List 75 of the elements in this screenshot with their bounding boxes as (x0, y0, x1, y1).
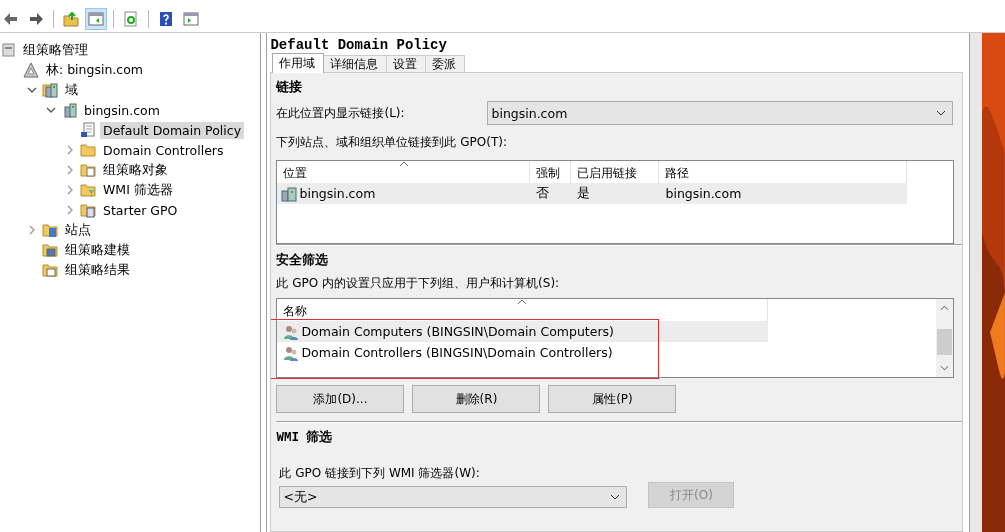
tree-item[interactable]: 组策略建模 (62, 240, 133, 260)
tab[interactable]: 设置 (386, 55, 427, 72)
folder-icon (80, 162, 96, 178)
table-cell: Domain Controllers (BINGSIN\Domain Controllers) (301, 345, 613, 360)
folder-icon (80, 182, 96, 198)
list-label: 此 GPO 内的设置只应用于下列组、用户和计算机(S): (276, 275, 561, 292)
triangle-icon (23, 62, 39, 78)
list-row[interactable]: bingsin.com 否 是 bingsin.com (277, 183, 908, 204)
list-row[interactable]: Domain Controllers (BINGSIN\Domain Controllers) (277, 342, 769, 363)
forward-arrow-icon (28, 11, 44, 27)
expand-icon[interactable] (65, 145, 75, 155)
document-icon (80, 122, 96, 138)
caret-icon (936, 110, 947, 116)
tree-item[interactable]: 组策略结果 (62, 260, 133, 280)
scroll-down-icon[interactable] (940, 365, 950, 371)
folder-icon (42, 242, 58, 258)
field-label: 在此位置内显示链接(L): (276, 104, 406, 122)
tree-item[interactable]: Domain Controllers (100, 141, 227, 159)
table-cell: bingsin.com (299, 186, 376, 201)
tab[interactable]: 详细信息 (323, 55, 388, 72)
table-cell: Domain Computers (BINGSIN\Domain Computers) (301, 324, 614, 339)
up-folder-icon (63, 11, 79, 27)
scrollbar[interactable] (936, 299, 954, 377)
table-cell: 是 (577, 185, 591, 202)
tree-item[interactable]: Starter GPO (100, 201, 181, 219)
expand-icon[interactable] (27, 225, 37, 235)
sort-icon (399, 161, 410, 167)
users-icon (283, 344, 300, 361)
section-heading: 链接 (276, 79, 304, 96)
remove-button[interactable]: 删除(R) (412, 385, 541, 413)
section-heading: WMI 筛选 (276, 429, 334, 446)
tab[interactable]: 作用域 (272, 53, 325, 73)
policy-title: Default Domain Policy (270, 36, 448, 55)
folder-icon (42, 222, 58, 238)
tree-item[interactable]: 组策略对象 (100, 160, 171, 180)
tree-item[interactable]: 林: bingsin.com (43, 60, 147, 80)
tree-item[interactable]: Default Domain Policy (100, 121, 245, 139)
console-icon (0, 42, 16, 58)
table-cell: 否 (536, 185, 550, 202)
help-icon (158, 11, 174, 27)
folder-icon (80, 202, 96, 218)
console-tree-button[interactable] (85, 8, 107, 30)
tree-item[interactable]: 站点 (62, 220, 94, 240)
tab[interactable]: 委派 (425, 55, 466, 72)
tree-item[interactable]: WMI 筛选器 (100, 180, 176, 200)
section-heading: 安全筛选 (276, 252, 330, 269)
tree-item[interactable]: 组策略管理 (20, 40, 91, 60)
caret-icon (610, 494, 621, 500)
add-button[interactable]: 添加(D)... (276, 385, 405, 413)
scroll-up-icon[interactable] (940, 305, 950, 311)
back-arrow-icon (3, 11, 19, 27)
wmi-filter-dropdown[interactable]: <无> (279, 486, 628, 508)
field-label: 此 GPO 链接到下列 WMI 筛选器(W): (279, 465, 481, 482)
list-label: 下列站点、域和组织单位链接到此 GPO(T): (276, 134, 508, 151)
building-icon (281, 185, 298, 202)
table-cell: bingsin.com (665, 186, 742, 201)
location-dropdown[interactable]: bingsin.com (487, 101, 954, 125)
expand-icon[interactable] (65, 165, 75, 175)
building-icon (42, 82, 58, 98)
expand-icon[interactable] (65, 205, 75, 215)
properties-button[interactable]: 属性(P) (548, 385, 677, 413)
window-icon (183, 11, 199, 27)
sort-icon (517, 299, 528, 305)
list-row[interactable]: Domain Computers (BINGSIN\Domain Computers) (277, 321, 769, 342)
refresh-icon (123, 11, 139, 27)
folder-icon (42, 262, 58, 278)
users-icon (283, 323, 300, 340)
folder-icon (80, 142, 96, 158)
collapse-icon[interactable] (27, 85, 37, 95)
building-icon (61, 102, 77, 118)
expand-icon[interactable] (65, 185, 75, 195)
tree-item[interactable]: bingsin.com (81, 101, 163, 119)
collapse-icon[interactable] (46, 105, 56, 115)
window-icon (88, 11, 104, 27)
tree-item[interactable]: 域 (62, 80, 81, 100)
